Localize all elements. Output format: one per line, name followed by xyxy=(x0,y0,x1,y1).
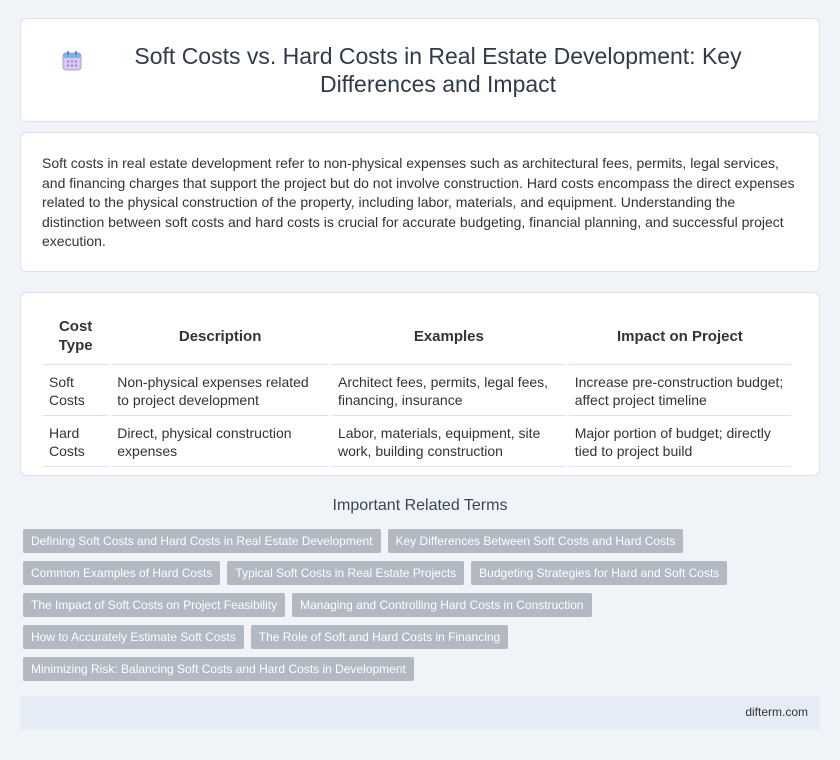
table-header-row: Cost Type Description Examples Impact on… xyxy=(43,315,791,365)
related-term-link[interactable]: Defining Soft Costs and Hard Costs in Re… xyxy=(23,529,381,553)
footer-site-link[interactable]: difterm.com xyxy=(745,705,808,719)
cell-impact: Major portion of budget; directly tied t… xyxy=(568,416,791,467)
header-inner: Soft Costs vs. Hard Costs in Real Estate… xyxy=(61,42,779,98)
table-row: Hard Costs Direct, physical construction… xyxy=(43,416,791,467)
cell-examples: Architect fees, permits, legal fees, fin… xyxy=(331,365,566,416)
page-title: Soft Costs vs. Hard Costs in Real Estate… xyxy=(134,43,742,97)
header-examples: Examples xyxy=(331,315,566,365)
comparison-table: Cost Type Description Examples Impact on… xyxy=(40,315,794,467)
related-terms-title: Important Related Terms xyxy=(332,497,508,514)
related-term-link[interactable]: Typical Soft Costs in Real Estate Projec… xyxy=(227,561,465,585)
intro-text: Soft costs in real estate development re… xyxy=(42,155,795,249)
related-term-link[interactable]: How to Accurately Estimate Soft Costs xyxy=(23,625,244,649)
cell-description: Non-physical expenses related to project… xyxy=(111,365,329,416)
header-impact: Impact on Project xyxy=(568,315,791,365)
related-term-link[interactable]: Common Examples of Hard Costs xyxy=(23,561,221,585)
cell-description: Direct, physical construction expenses xyxy=(111,416,329,467)
related-terms-list: Defining Soft Costs and Hard Costs in Re… xyxy=(23,529,803,689)
header-cost-type: Cost Type xyxy=(43,315,109,365)
comparison-table-card: Cost Type Description Examples Impact on… xyxy=(20,292,820,476)
calendar-icon xyxy=(61,50,83,72)
cell-impact: Increase pre-construction budget; affect… xyxy=(568,365,791,416)
related-term-link[interactable]: The Role of Soft and Hard Costs in Finan… xyxy=(250,625,509,649)
header-card: Soft Costs vs. Hard Costs in Real Estate… xyxy=(20,18,820,122)
cell-examples: Labor, materials, equipment, site work, … xyxy=(331,416,566,467)
header-description: Description xyxy=(111,315,329,365)
related-term-link[interactable]: Managing and Controlling Hard Costs in C… xyxy=(292,593,592,617)
cell-cost-type: Hard Costs xyxy=(43,416,109,467)
table-row: Soft Costs Non-physical expenses related… xyxy=(43,365,791,416)
related-term-link[interactable]: Key Differences Between Soft Costs and H… xyxy=(387,529,684,553)
cell-cost-type: Soft Costs xyxy=(43,365,109,416)
related-term-link[interactable]: Minimizing Risk: Balancing Soft Costs an… xyxy=(23,657,414,681)
footer: difterm.com xyxy=(20,696,820,730)
intro-card: Soft costs in real estate development re… xyxy=(20,132,820,272)
related-term-link[interactable]: The Impact of Soft Costs on Project Feas… xyxy=(23,593,286,617)
related-term-link[interactable]: Budgeting Strategies for Hard and Soft C… xyxy=(471,561,728,585)
